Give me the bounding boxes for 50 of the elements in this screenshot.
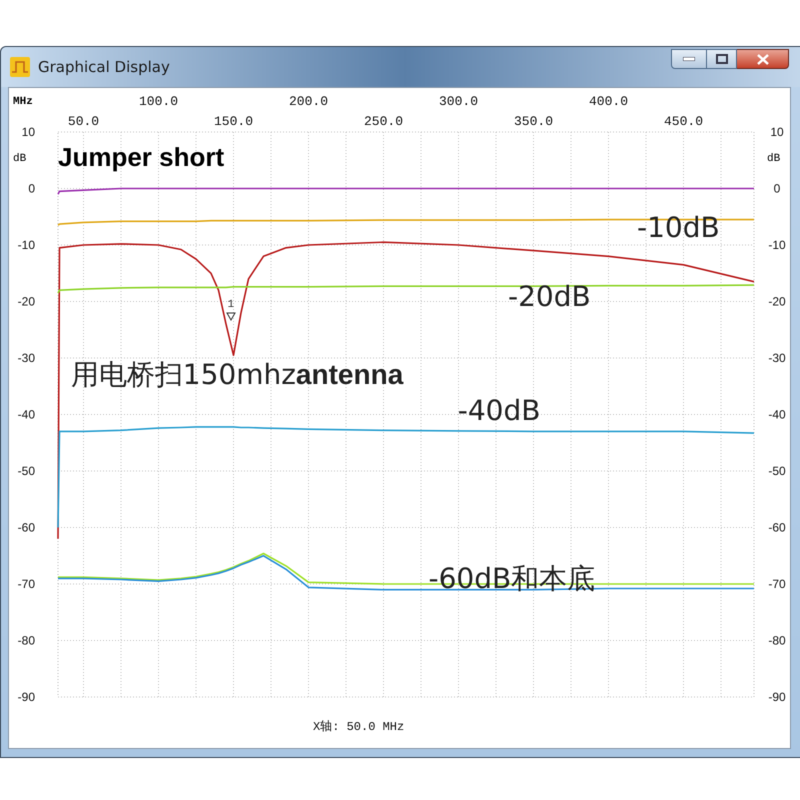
y-tick-label: -60 — [768, 520, 786, 534]
x-tick-label: 250.0 — [364, 114, 403, 129]
minimize-icon — [683, 57, 695, 61]
waveform-icon — [10, 57, 30, 77]
y-unit-label: dB — [767, 153, 780, 165]
minimize-button[interactable] — [671, 49, 707, 69]
x-axis-readout: X轴: 50.0 MHz — [313, 719, 404, 736]
y-tick-label: 0 — [28, 182, 35, 196]
y-tick-label: -10 — [768, 238, 786, 252]
x-tick-label: 150.0 — [214, 114, 253, 129]
x-tick-label: 300.0 — [439, 94, 478, 109]
y-tick-label: -60 — [18, 520, 35, 534]
x-tick-label: 450.0 — [664, 114, 703, 129]
y-tick-label: -40 — [768, 408, 786, 422]
x-tick-label: 100.0 — [139, 94, 178, 109]
y-tick-label: -70 — [768, 577, 786, 591]
y-unit-label: dB — [13, 153, 26, 165]
marker-triangle-icon — [226, 312, 236, 321]
close-icon — [756, 54, 768, 64]
window-title: Graphical Display — [38, 56, 170, 78]
marker-label: 1 — [228, 300, 234, 311]
y-tick-label: -10 — [18, 238, 35, 252]
x-unit-label: MHz — [13, 96, 33, 108]
x-tick-label: 400.0 — [589, 94, 628, 109]
x-tick-label: 50.0 — [68, 114, 100, 129]
y-tick-label: -20 — [18, 294, 35, 308]
chart-annotation: 用电桥扫150mhzantenna — [70, 360, 404, 389]
chart-annotation: -40dB — [458, 397, 540, 426]
chart-annotation: -10dB — [637, 214, 720, 242]
y-tick-label: -40 — [18, 408, 35, 422]
chart-annotation: Jumper short — [58, 144, 224, 170]
y-tick-label: -20 — [768, 294, 786, 308]
close-button[interactable] — [737, 49, 789, 69]
y-tick-label: -80 — [768, 634, 786, 648]
y-tick-label: -90 — [768, 690, 786, 704]
x-tick-label: 200.0 — [289, 94, 328, 109]
maximize-icon — [716, 54, 728, 64]
y-tick-label: -90 — [18, 690, 35, 704]
y-tick-label: 10 — [770, 125, 784, 139]
y-tick-label: -80 — [18, 634, 35, 648]
y-tick-label: 10 — [22, 125, 35, 139]
y-tick-label: 0 — [774, 182, 780, 196]
y-tick-label: -30 — [768, 351, 786, 365]
y-tick-label: -30 — [18, 351, 35, 365]
y-tick-label: -70 — [18, 577, 35, 591]
chart-annotation: -20dB — [508, 283, 591, 312]
y-tick-label: -50 — [18, 464, 35, 478]
y-tick-label: -50 — [768, 464, 786, 478]
maximize-button[interactable] — [707, 49, 737, 69]
x-tick-label: 350.0 — [514, 114, 553, 129]
